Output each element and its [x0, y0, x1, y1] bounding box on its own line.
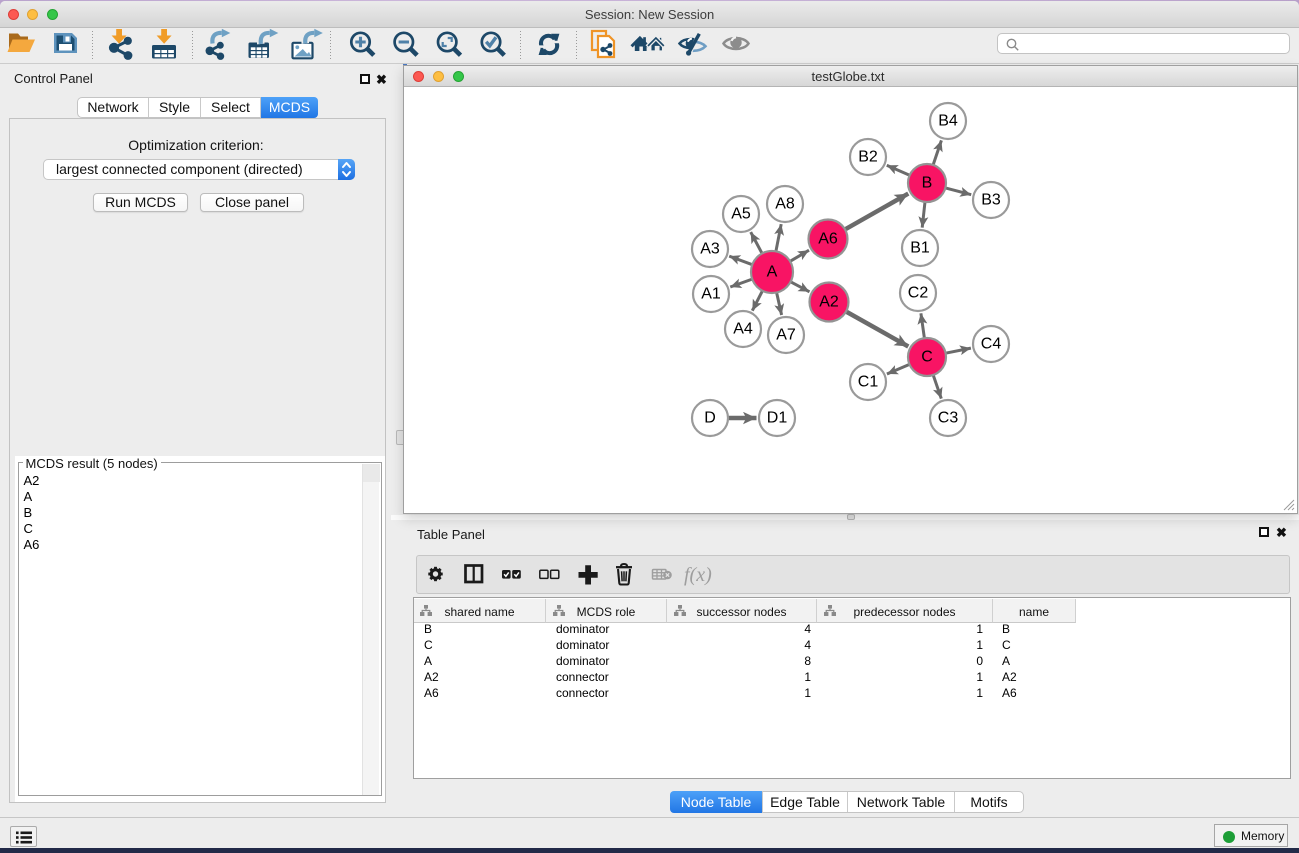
- svg-text:A3: A3: [700, 241, 720, 258]
- svg-text:A: A: [767, 264, 778, 281]
- svg-text:C3: C3: [938, 410, 959, 427]
- svg-text:A7: A7: [776, 327, 796, 344]
- svg-text:B3: B3: [981, 192, 1001, 209]
- svg-text:A6: A6: [818, 231, 838, 248]
- svg-text:D1: D1: [767, 410, 788, 427]
- svg-text:f(x): f(x): [684, 564, 712, 586]
- svg-text:B2: B2: [858, 149, 878, 166]
- svg-text:A1: A1: [701, 286, 721, 303]
- svg-text:A8: A8: [775, 196, 795, 213]
- svg-text:C2: C2: [908, 285, 929, 302]
- svg-text:C: C: [921, 349, 933, 366]
- svg-text:B1: B1: [910, 240, 930, 257]
- svg-text:B4: B4: [938, 113, 958, 130]
- svg-text:D: D: [704, 410, 716, 427]
- svg-text:A5: A5: [731, 206, 751, 223]
- svg-text:C4: C4: [981, 336, 1002, 353]
- svg-text:B: B: [922, 175, 933, 192]
- svg-text:A2: A2: [819, 294, 839, 311]
- svg-text:A4: A4: [733, 321, 753, 338]
- svg-text:C1: C1: [858, 374, 879, 391]
